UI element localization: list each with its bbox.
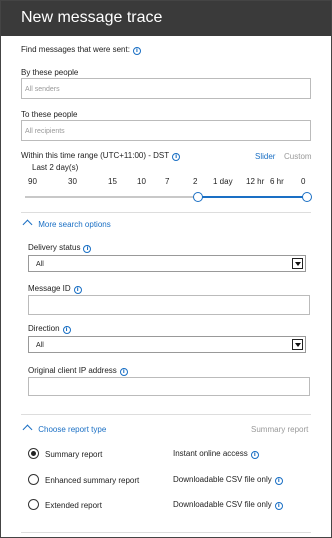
- info-icon[interactable]: i: [62, 326, 71, 334]
- message-trace-panel: New message trace Find messages that wer…: [0, 0, 332, 538]
- divider: [21, 532, 311, 533]
- info-icon[interactable]: i: [83, 245, 92, 253]
- recipients-label: To these people: [21, 110, 78, 119]
- senders-label: By these people: [21, 68, 79, 77]
- option-desc: Downloadable CSV file only: [173, 500, 272, 509]
- direction-value: All: [36, 342, 44, 349]
- radio-summary-report[interactable]: [28, 448, 39, 459]
- option-desc-row: Downloadable CSV file only i: [173, 475, 283, 485]
- direction-label: Direction: [28, 324, 60, 333]
- senders-placeholder: All senders: [25, 86, 60, 93]
- custom-mode-link[interactable]: Custom: [284, 152, 312, 161]
- info-icon[interactable]: i: [274, 502, 283, 510]
- chevron-up-icon: [22, 424, 33, 435]
- radio-enhanced-summary-report[interactable]: [28, 474, 39, 485]
- recipients-placeholder: All recipients: [25, 128, 65, 135]
- slider-end-handle[interactable]: [302, 192, 312, 202]
- delivery-status-label: Delivery status: [28, 243, 81, 252]
- header-bar: New message trace: [1, 1, 331, 36]
- delivery-status-select[interactable]: All: [28, 255, 306, 272]
- dropdown-arrow-icon[interactable]: [292, 258, 303, 269]
- info-icon[interactable]: i: [73, 286, 82, 294]
- info-icon[interactable]: i: [119, 368, 128, 376]
- delivery-status-label-row: Delivery status i: [28, 243, 92, 253]
- time-range-summary: Last 2 day(s): [32, 163, 79, 172]
- radio-selected-dot: [31, 451, 36, 456]
- info-icon[interactable]: i: [172, 153, 181, 161]
- page-title: New message trace: [21, 9, 163, 26]
- info-icon[interactable]: i: [274, 477, 283, 485]
- info-icon[interactable]: i: [250, 451, 259, 459]
- option-name: Extended report: [45, 501, 102, 510]
- time-slider-range: [198, 196, 307, 198]
- time-tick: 7: [165, 177, 170, 186]
- chevron-up-icon: [22, 219, 33, 230]
- delivery-status-value: All: [36, 261, 44, 268]
- intro-label-row: Find messages that were sent: i: [21, 45, 141, 55]
- direction-label-row: Direction i: [28, 324, 71, 334]
- time-range-label-row: Within this time range (UTC+11:00) - DST…: [21, 151, 181, 161]
- time-tick: 15: [108, 177, 117, 186]
- client-ip-input[interactable]: [28, 377, 310, 396]
- current-report-type: Summary report: [251, 425, 309, 434]
- time-tick: 12 hr: [246, 177, 265, 186]
- radio-extended-report[interactable]: [28, 499, 39, 510]
- info-icon[interactable]: i: [132, 47, 141, 55]
- option-desc-row: Downloadable CSV file only i: [173, 500, 283, 510]
- recipients-input[interactable]: All recipients: [21, 120, 311, 141]
- client-ip-label-row: Original client IP address i: [28, 366, 128, 376]
- report-type-label: Choose report type: [38, 425, 107, 434]
- time-tick: 10: [137, 177, 146, 186]
- time-tick: 2: [193, 177, 198, 186]
- option-desc: Instant online access: [173, 449, 248, 458]
- report-type-toggle[interactable]: Choose report type: [22, 424, 107, 435]
- message-id-label-row: Message ID i: [28, 284, 82, 294]
- client-ip-label: Original client IP address: [28, 366, 117, 375]
- option-desc-row: Instant online access i: [173, 449, 259, 459]
- time-tick: 6 hr: [270, 177, 284, 186]
- option-desc: Downloadable CSV file only: [173, 475, 272, 484]
- option-name: Summary report: [45, 450, 103, 459]
- time-tick: 30: [68, 177, 77, 186]
- slider-start-handle[interactable]: [193, 192, 203, 202]
- slider-mode-link[interactable]: Slider: [255, 152, 275, 161]
- time-tick: 90: [28, 177, 37, 186]
- message-id-label: Message ID: [28, 284, 71, 293]
- time-tick: 1 day: [213, 177, 233, 186]
- more-options-toggle[interactable]: More search options: [22, 219, 111, 230]
- divider: [21, 414, 311, 415]
- time-range-label: Within this time range (UTC+11:00) - DST: [21, 151, 170, 160]
- dropdown-arrow-icon[interactable]: [292, 339, 303, 350]
- divider: [21, 212, 311, 213]
- intro-label: Find messages that were sent:: [21, 45, 130, 54]
- time-tick: 0: [301, 177, 306, 186]
- direction-select[interactable]: All: [28, 336, 306, 353]
- message-id-input[interactable]: [28, 295, 310, 315]
- option-name: Enhanced summary report: [45, 476, 140, 485]
- more-options-label: More search options: [38, 220, 111, 229]
- senders-input[interactable]: All senders: [21, 78, 311, 99]
